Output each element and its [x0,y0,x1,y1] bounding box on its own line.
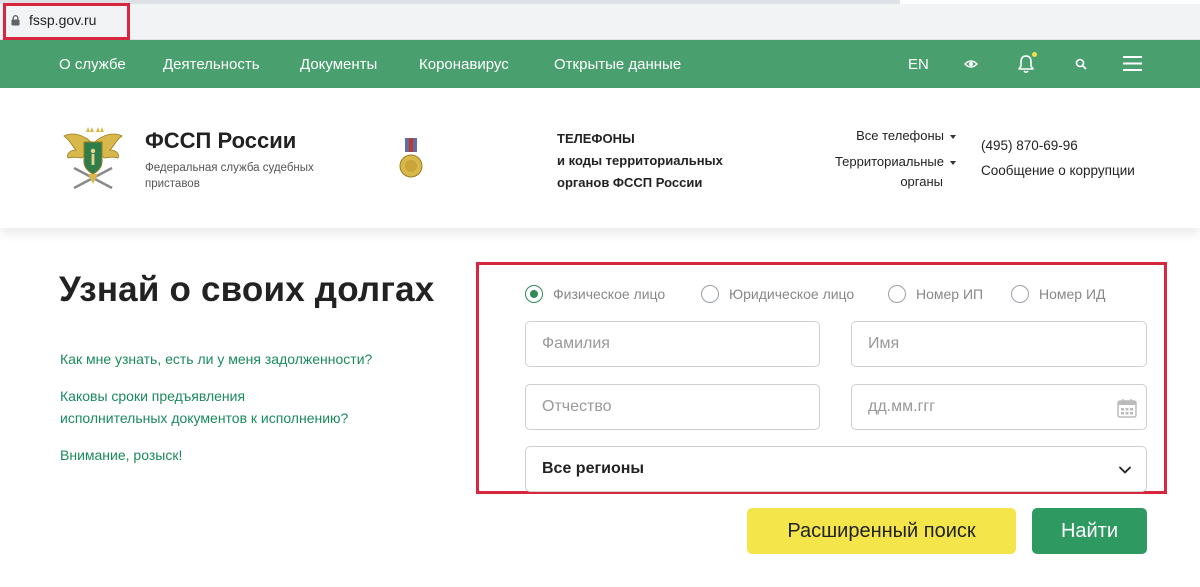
org-subtitle: Федеральная служба судебных приставов [145,162,314,190]
nav-item-about[interactable]: О службе [59,56,126,73]
radio-ip-number[interactable]: Номер ИП [888,285,998,305]
phones-line-3: органов ФССП России [557,175,703,190]
surname-input[interactable] [526,322,819,366]
radio-id-number[interactable]: Номер ИД [1011,285,1121,305]
faq-link-wanted[interactable]: Внимание, розыск! [60,444,182,466]
radio-label: Номер ИП [916,286,984,302]
url-highlight-box [3,3,130,40]
corruption-report-link[interactable]: Сообщение о коррупции [981,163,1135,178]
find-button[interactable]: Найти [1032,508,1147,554]
radio-individual[interactable]: Физическое лицо [525,285,685,305]
menu-icon[interactable] [1123,56,1142,71]
page-title: Узнай о своих долгах [59,270,435,309]
active-tab-edge [900,0,1200,4]
birthdate-field [851,384,1147,430]
language-switch[interactable]: EN [908,56,929,73]
radio-circle [525,285,543,303]
phone-number[interactable]: (495) 870-69-96 [981,138,1078,153]
faq-link-line: Внимание, розыск! [60,447,183,463]
name-input[interactable] [852,322,1146,366]
phones-heading: ТЕЛЕФОНЫ [557,131,635,146]
bell-icon[interactable] [1017,54,1035,74]
territorial-dropdown[interactable]: Территориальные органы [790,152,956,192]
search-icon[interactable] [1075,58,1087,70]
notification-dot [1032,52,1037,57]
surname-field [525,321,820,367]
radio-label: Физическое лицо [553,286,666,302]
phones-line-2: и коды территориальных [557,153,723,168]
org-title[interactable]: ФССП России [145,128,296,154]
eye-icon[interactable] [964,59,978,69]
region-select[interactable]: Все регионы [525,446,1147,492]
radio-circle [888,285,906,303]
regional-phones-block[interactable]: ТЕЛЕФОНЫ и коды территориальных органов … [557,128,757,194]
faq-link-line: исполнительных документов к исполнению? [60,410,349,426]
all-phones-label: Все телефоны [856,128,944,143]
name-field [851,321,1147,367]
site-header: ФССП России Федеральная служба судебных … [0,88,1200,228]
nav-item-coronavirus[interactable]: Коронавирус [419,56,509,73]
fssp-emblem-icon[interactable] [62,124,124,192]
radio-circle [701,285,719,303]
chevron-down-icon [950,134,956,139]
top-navigation: О службе Деятельность Документы Коронави… [0,40,1200,88]
territorial-label-2: органы [900,174,943,189]
chevron-down-icon [1119,466,1131,474]
nav-item-activity[interactable]: Деятельность [163,56,260,73]
faq-link-debts[interactable]: Как мне узнать, есть ли у меня задолженн… [60,348,372,370]
nav-item-documents[interactable]: Документы [300,56,377,73]
radio-circle [1011,285,1029,303]
medal-icon [399,138,423,178]
patronymic-field [525,384,820,430]
faq-link-line: Как мне узнать, есть ли у меня задолженн… [60,351,373,367]
region-select-value: Все регионы [542,460,645,477]
browser-address-bar: fssp.gov.ru [0,0,1200,40]
nav-item-open-data[interactable]: Открытые данные [554,56,681,73]
calendar-icon[interactable] [1116,397,1138,419]
faq-link-deadlines[interactable]: Каковы сроки предъявления исполнительных… [60,385,348,429]
radio-legal-entity[interactable]: Юридическое лицо [701,285,871,305]
faq-link-line: Каковы сроки предъявления [60,388,246,404]
advanced-search-button[interactable]: Расширенный поиск [747,508,1016,554]
all-phones-dropdown[interactable]: Все телефоны [800,126,956,146]
birthdate-input[interactable] [852,385,1146,429]
territorial-label-1: Территориальные [834,154,944,169]
patronymic-input[interactable] [526,385,819,429]
chevron-down-icon [950,160,956,165]
radio-label: Номер ИД [1039,286,1106,302]
radio-label: Юридическое лицо [729,286,855,302]
